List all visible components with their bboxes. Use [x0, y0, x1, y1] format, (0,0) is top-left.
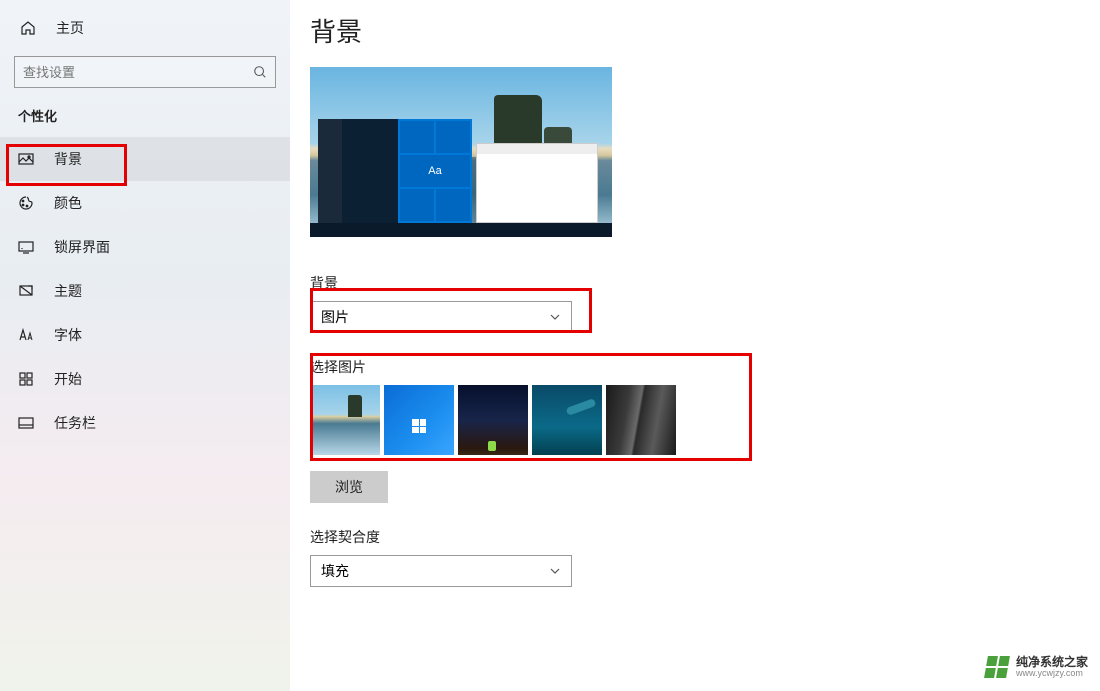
background-section-label: 背景 [310, 273, 1100, 293]
desktop-preview: Aa [310, 67, 612, 237]
main-content: 背景 Aa 背景 图片 选择图片 [290, 0, 1100, 691]
fit-dropdown[interactable]: 填充 [310, 555, 572, 587]
home-icon [20, 20, 36, 36]
sidebar-item-label: 字体 [54, 325, 82, 345]
sidebar-item-themes[interactable]: 主题 [0, 269, 290, 313]
palette-icon [18, 195, 34, 211]
search-input-container[interactable] [14, 56, 276, 88]
thumbnail-3[interactable] [458, 385, 528, 455]
start-icon [18, 371, 34, 387]
sidebar-item-lockscreen[interactable]: 锁屏界面 [0, 225, 290, 269]
sidebar-item-background[interactable]: 背景 [0, 137, 290, 181]
browse-button[interactable]: 浏览 [310, 471, 388, 503]
dropdown-value: 填充 [321, 561, 349, 581]
picture-icon [18, 151, 34, 167]
sidebar-item-taskbar[interactable]: 任务栏 [0, 401, 290, 445]
sidebar-item-fonts[interactable]: 字体 [0, 313, 290, 357]
sidebar-item-label: 主题 [54, 281, 82, 301]
thumbnail-2[interactable] [384, 385, 454, 455]
font-icon [18, 327, 34, 343]
image-thumbnails [310, 385, 1100, 455]
page-title: 背景 [310, 12, 1100, 49]
sidebar-item-start[interactable]: 开始 [0, 357, 290, 401]
search-icon [253, 65, 267, 79]
chevron-down-icon [549, 565, 561, 577]
taskbar-icon [18, 415, 34, 431]
watermark: 纯净系统之家 www.ycwjzy.com [986, 656, 1088, 679]
thumbnail-4[interactable] [532, 385, 602, 455]
sidebar-item-label: 背景 [54, 149, 82, 169]
home-label: 主页 [56, 18, 84, 38]
fit-section-label: 选择契合度 [310, 527, 1100, 547]
sidebar-item-label: 颜色 [54, 193, 82, 213]
thumbnail-1[interactable] [310, 385, 380, 455]
sidebar: 主页 个性化 背景 [0, 0, 290, 691]
preview-sample-text: Aa [400, 155, 470, 187]
home-link[interactable]: 主页 [0, 10, 290, 46]
sidebar-item-label: 任务栏 [54, 413, 96, 433]
choose-image-label: 选择图片 [310, 357, 1100, 377]
category-header: 个性化 [0, 106, 290, 137]
dropdown-value: 图片 [321, 307, 349, 327]
thumbnail-5[interactable] [606, 385, 676, 455]
theme-icon [18, 283, 34, 299]
sidebar-item-label: 开始 [54, 369, 82, 389]
background-type-dropdown[interactable]: 图片 [310, 301, 572, 333]
watermark-logo-icon [984, 656, 1010, 678]
sidebar-item-colors[interactable]: 颜色 [0, 181, 290, 225]
search-input[interactable] [23, 65, 253, 80]
chevron-down-icon [549, 311, 561, 323]
watermark-url: www.ycwjzy.com [1016, 669, 1088, 679]
sidebar-item-label: 锁屏界面 [54, 237, 110, 257]
lockscreen-icon [18, 239, 34, 255]
